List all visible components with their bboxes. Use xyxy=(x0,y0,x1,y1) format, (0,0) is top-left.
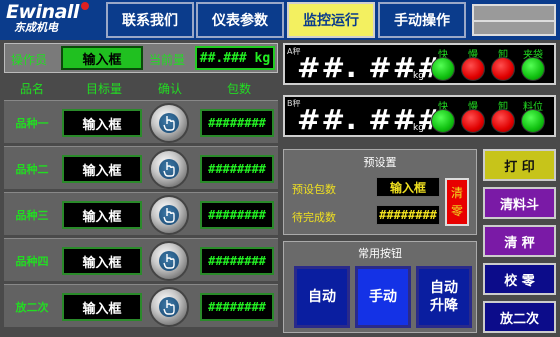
fast-lamp-icon xyxy=(431,109,455,133)
logo-dot-icon xyxy=(80,2,89,10)
table-row: 品种三 输入框 ######## xyxy=(4,192,278,235)
print-button[interactable]: 打 印 xyxy=(483,149,556,181)
company-logo: Ewinall 东成机电 xyxy=(6,2,102,38)
preset-count-input[interactable]: 输入框 xyxy=(376,177,440,197)
target-input[interactable]: 输入框 xyxy=(62,201,142,229)
scale-unit: kg xyxy=(413,71,424,81)
package-count: ######## xyxy=(200,155,274,183)
fast-lamp-icon xyxy=(431,57,455,81)
table-row: 品种一 输入框 ######## xyxy=(4,100,278,143)
package-count: ######## xyxy=(200,247,274,275)
confirm-button[interactable] xyxy=(149,149,189,189)
hand-pointer-icon xyxy=(163,254,175,269)
col-target: 目标量 xyxy=(85,82,122,96)
clear-count-button[interactable]: 清零 xyxy=(445,178,469,226)
preset-title: 预设置 xyxy=(363,156,397,169)
logo-text: Ewinall xyxy=(6,1,79,23)
target-input[interactable]: 输入框 xyxy=(62,109,142,137)
scale-b-panel: B秤 ##. ### kg 快 慢 卸 料位 xyxy=(283,95,556,137)
col-confirm: 确认 xyxy=(157,82,182,96)
tab-monitor-run[interactable]: 监控运行 xyxy=(287,2,375,38)
pending-count-value: ######## xyxy=(376,205,440,225)
tab-manual-operation[interactable]: 手动操作 xyxy=(378,2,466,38)
operator-input[interactable]: 输入框 xyxy=(61,46,143,70)
tab-instrument-params[interactable]: 仪表参数 xyxy=(196,2,284,38)
unload-lamp-icon xyxy=(491,57,515,81)
preset-count-label: 预设包数 xyxy=(292,183,336,196)
col-product-name: 品名 xyxy=(19,82,44,96)
current-amount-value: ##.### kg xyxy=(195,46,275,70)
confirm-button[interactable] xyxy=(149,195,189,235)
hand-pointer-icon xyxy=(163,300,175,315)
clear-scale-button[interactable]: 清 秤 xyxy=(483,225,556,257)
operator-label: 操作员 xyxy=(11,53,48,67)
scale-unit: kg xyxy=(413,123,424,133)
confirm-button[interactable] xyxy=(149,287,189,327)
operator-row: 操作员 输入框 当前量 ##.### kg xyxy=(4,43,278,73)
product-name: 品种三 xyxy=(15,209,49,222)
confirm-button[interactable] xyxy=(149,103,189,143)
pending-count-label: 待完成数 xyxy=(292,211,336,224)
package-count: ######## xyxy=(200,201,274,229)
product-name: 品种二 xyxy=(15,163,49,176)
hand-pointer-icon xyxy=(163,208,175,223)
target-input[interactable]: 输入框 xyxy=(62,293,142,321)
target-input[interactable]: 输入框 xyxy=(62,155,142,183)
material-level-lamp-icon xyxy=(521,109,545,133)
confirm-button[interactable] xyxy=(149,241,189,281)
hand-pointer-icon xyxy=(163,162,175,177)
release-twice-button[interactable]: 放二次 xyxy=(483,301,556,333)
target-input[interactable]: 输入框 xyxy=(62,247,142,275)
header-status-panel xyxy=(472,4,556,36)
auto-lift-button[interactable]: 自动升降 xyxy=(416,266,472,328)
current-amount-label: 当前量 xyxy=(149,53,186,67)
product-table-header: 品名 目标量 确认 包数 xyxy=(4,77,278,97)
table-row: 品种四 输入框 ######## xyxy=(4,238,278,281)
logo-subtext: 东成机电 xyxy=(14,21,58,34)
bag-clamp-lamp-icon xyxy=(521,57,545,81)
calibrate-zero-button[interactable]: 校 零 xyxy=(483,263,556,295)
manual-button[interactable]: 手动 xyxy=(355,266,411,328)
table-row: 放二次 输入框 ######## xyxy=(4,284,278,327)
tab-contact-us[interactable]: 联系我们 xyxy=(106,2,194,38)
package-count: ######## xyxy=(200,293,274,321)
common-buttons-title: 常用按钮 xyxy=(358,247,402,260)
package-count: ######## xyxy=(200,109,274,137)
col-package-count: 包数 xyxy=(226,82,251,96)
auto-button[interactable]: 自动 xyxy=(294,266,350,328)
common-buttons-panel: 常用按钮 自动 手动 自动升降 xyxy=(283,241,477,333)
table-row: 品种二 输入框 ######## xyxy=(4,146,278,189)
product-name: 放二次 xyxy=(15,301,49,314)
scale-a-panel: A秤 ##. ### kg 快 慢 卸 夹袋 xyxy=(283,43,556,85)
clear-bucket-button[interactable]: 清料斗 xyxy=(483,187,556,219)
preset-panel: 预设置 预设包数 输入框 待完成数 ######## 清零 xyxy=(283,149,477,235)
slow-lamp-icon xyxy=(461,109,485,133)
slow-lamp-icon xyxy=(461,57,485,81)
unload-lamp-icon xyxy=(491,109,515,133)
product-name: 品种四 xyxy=(15,255,49,268)
hand-pointer-icon xyxy=(163,116,175,131)
product-name: 品种一 xyxy=(15,117,49,130)
